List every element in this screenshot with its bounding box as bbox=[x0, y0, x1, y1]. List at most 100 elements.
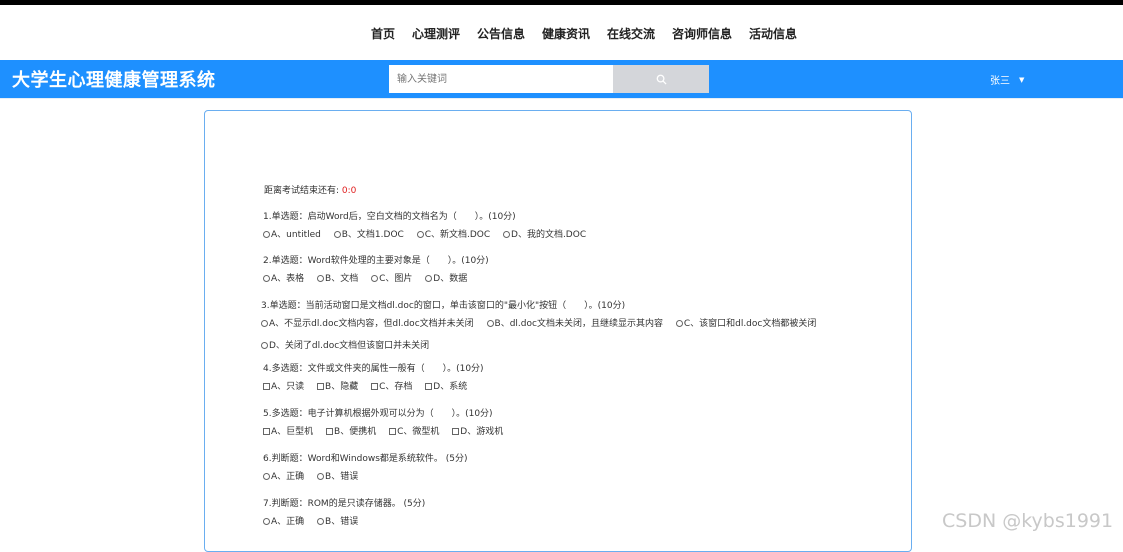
question-1: 1.单选题：启动Word后，空白文档的文档名为（ ）。(10分) A、untit… bbox=[263, 209, 596, 240]
option-label: B、文档1.DOC bbox=[341, 230, 404, 240]
timer-value: 0:0 bbox=[341, 186, 357, 196]
option-label: B、隐藏 bbox=[325, 382, 359, 392]
option-a[interactable]: A、untitled bbox=[263, 227, 321, 240]
option-label: A、巨型机 bbox=[271, 427, 314, 437]
question-3: 3.单选题：当前活动窗口是文档dl.doc的窗口，单击该窗口的"最小化"按钮（ … bbox=[261, 298, 826, 351]
radio-button[interactable] bbox=[371, 275, 379, 282]
option-label: C、图片 bbox=[379, 274, 413, 284]
question-4: 4.多选题：文件或文件夹的属性一般有（ ）。(10分) A、只读 B、隐藏 C、… bbox=[263, 361, 484, 392]
watermark: CSDN @kybs1991 bbox=[942, 510, 1114, 532]
option-b[interactable]: B、错误 bbox=[317, 514, 358, 527]
option-b[interactable]: B、错误 bbox=[317, 469, 358, 482]
radio-button[interactable] bbox=[317, 473, 325, 480]
main-nav: 首页 心理测评 公告信息 健康资讯 在线交流 咨询师信息 活动信息 bbox=[0, 5, 1123, 60]
option-c[interactable]: C、存档 bbox=[371, 379, 412, 392]
timer-label: 距离考试结束还有: bbox=[264, 186, 340, 196]
radio-button[interactable] bbox=[263, 231, 270, 238]
radio-button[interactable] bbox=[503, 231, 511, 238]
question-options: A、巨型机 B、便携机 C、微型机 D、游戏机 bbox=[263, 424, 513, 437]
checkbox[interactable] bbox=[452, 428, 460, 435]
question-title: 6.判断题：Word和Windows都是系统软件。 (5分) bbox=[263, 454, 468, 464]
option-label: B、文档 bbox=[325, 274, 359, 284]
option-label: B、错误 bbox=[325, 472, 359, 482]
checkbox[interactable] bbox=[326, 428, 334, 435]
radio-button[interactable] bbox=[675, 320, 683, 327]
option-d[interactable]: D、数据 bbox=[425, 271, 467, 284]
option-label: A、表格 bbox=[271, 274, 305, 284]
option-a[interactable]: A、巨型机 bbox=[263, 424, 313, 437]
nav-item-health-news[interactable]: 健康资讯 bbox=[542, 25, 590, 42]
nav-item-assessment[interactable]: 心理测评 bbox=[412, 25, 460, 42]
question-options: A、只读 B、隐藏 C、存档 D、系统 bbox=[263, 379, 484, 392]
question-options: A、表格 B、文档 C、图片 D、数据 bbox=[263, 271, 489, 284]
checkbox[interactable] bbox=[371, 383, 379, 390]
radio-button[interactable] bbox=[261, 342, 268, 349]
option-label: B、dl.doc文档未关闭，且继续显示其内容 bbox=[494, 319, 663, 329]
option-label: D、游戏机 bbox=[460, 427, 504, 437]
checkbox[interactable] bbox=[263, 383, 270, 390]
option-a[interactable]: A、不显示dl.doc文档内容，但dl.doc文档并未关闭 bbox=[261, 316, 474, 329]
radio-button[interactable] bbox=[416, 231, 424, 238]
question-title: 7.判断题：ROM的是只读存储器。 (5分) bbox=[263, 499, 426, 509]
nav-item-activities[interactable]: 活动信息 bbox=[749, 25, 797, 42]
chevron-down-icon: ▼ bbox=[1019, 75, 1025, 84]
search-input[interactable] bbox=[389, 65, 613, 93]
option-b[interactable]: B、便携机 bbox=[326, 424, 376, 437]
question-title: 4.多选题：文件或文件夹的属性一般有（ ）。(10分) bbox=[263, 364, 484, 374]
option-a[interactable]: A、只读 bbox=[263, 379, 304, 392]
option-label: C、该窗口和dl.doc文档都被关闭 bbox=[683, 319, 817, 329]
exam-timer: 距离考试结束还有: 0:0 bbox=[264, 183, 356, 196]
option-label: A、不显示dl.doc文档内容，但dl.doc文档并未关闭 bbox=[269, 319, 474, 329]
option-label: A、正确 bbox=[271, 472, 305, 482]
question-title: 2.单选题：Word软件处理的主要对象是（ ）。(10分) bbox=[263, 256, 489, 266]
question-title: 5.多选题：电子计算机根据外观可以分为（ ）。(10分) bbox=[263, 409, 493, 419]
option-label: B、错误 bbox=[325, 517, 359, 527]
option-a[interactable]: A、表格 bbox=[263, 271, 304, 284]
radio-button[interactable] bbox=[263, 518, 270, 525]
exam-panel: 距离考试结束还有: 0:0 1.单选题：启动Word后，空白文档的文档名为（ ）… bbox=[204, 110, 912, 552]
nav-item-online-chat[interactable]: 在线交流 bbox=[607, 25, 655, 42]
option-c[interactable]: C、该窗口和dl.doc文档都被关闭 bbox=[675, 316, 817, 329]
checkbox[interactable] bbox=[425, 383, 433, 390]
radio-button[interactable] bbox=[425, 275, 433, 282]
radio-button[interactable] bbox=[261, 320, 268, 327]
user-menu[interactable]: 张三 ▼ bbox=[990, 72, 1025, 88]
radio-button[interactable] bbox=[263, 275, 270, 282]
option-d[interactable]: D、系统 bbox=[425, 379, 467, 392]
question-options: A、正确 B、错误 bbox=[263, 469, 468, 482]
search-button[interactable] bbox=[613, 65, 709, 93]
header-bar: 大学生心理健康管理系统 张三 ▼ bbox=[0, 60, 1123, 98]
option-d[interactable]: D、我的文档.DOC bbox=[503, 227, 586, 240]
header-divider bbox=[0, 98, 1123, 99]
option-label: A、只读 bbox=[271, 382, 305, 392]
radio-button[interactable] bbox=[317, 275, 325, 282]
radio-button[interactable] bbox=[263, 473, 270, 480]
nav-item-announcements[interactable]: 公告信息 bbox=[477, 25, 525, 42]
option-label: D、系统 bbox=[433, 382, 468, 392]
option-c[interactable]: C、微型机 bbox=[389, 424, 439, 437]
checkbox[interactable] bbox=[389, 428, 397, 435]
checkbox[interactable] bbox=[263, 428, 270, 435]
option-label: D、我的文档.DOC bbox=[511, 230, 587, 240]
question-title: 1.单选题：启动Word后，空白文档的文档名为（ ）。(10分) bbox=[263, 212, 516, 222]
option-label: A、正确 bbox=[271, 517, 305, 527]
radio-button[interactable] bbox=[333, 231, 341, 238]
option-d[interactable]: D、游戏机 bbox=[452, 424, 503, 437]
nav-item-counselors[interactable]: 咨询师信息 bbox=[672, 25, 732, 42]
option-label: D、数据 bbox=[433, 274, 468, 284]
option-c[interactable]: C、新文档.DOC bbox=[416, 227, 490, 240]
nav-item-home[interactable]: 首页 bbox=[371, 25, 395, 42]
radio-button[interactable] bbox=[317, 518, 325, 525]
checkbox[interactable] bbox=[317, 383, 325, 390]
option-b[interactable]: B、文档1.DOC bbox=[333, 227, 404, 240]
option-c[interactable]: C、图片 bbox=[371, 271, 412, 284]
option-a[interactable]: A、正确 bbox=[263, 469, 304, 482]
radio-button[interactable] bbox=[486, 320, 494, 327]
question-title: 3.单选题：当前活动窗口是文档dl.doc的窗口，单击该窗口的"最小化"按钮（ … bbox=[261, 301, 626, 311]
option-a[interactable]: A、正确 bbox=[263, 514, 304, 527]
option-b[interactable]: B、文档 bbox=[317, 271, 358, 284]
option-b[interactable]: B、dl.doc文档未关闭，且继续显示其内容 bbox=[486, 316, 663, 329]
option-d[interactable]: D、关闭了dl.doc文档但该窗口并未关闭 bbox=[261, 338, 816, 351]
option-b[interactable]: B、隐藏 bbox=[317, 379, 358, 392]
question-options: A、正确 B、错误 bbox=[263, 514, 425, 527]
